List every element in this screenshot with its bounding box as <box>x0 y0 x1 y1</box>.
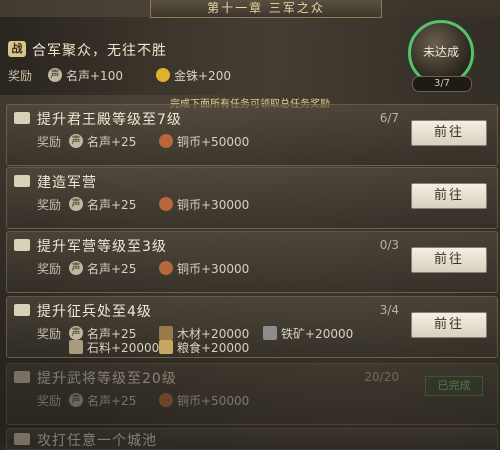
reward-fame: 名声+25 <box>87 135 137 149</box>
copper-coin-icon <box>159 197 173 211</box>
quest-card: 提升军营等级至3级 0/3 奖励 声 名声+25 铜币+30000 前往 <box>6 231 498 293</box>
fame-icon: 声 <box>69 134 83 148</box>
fame-icon: 声 <box>69 261 83 275</box>
fame-icon: 声 <box>69 197 83 211</box>
food-icon <box>159 340 173 354</box>
quest-progress: 6/7 <box>379 111 399 125</box>
reward-fame: 名声+25 <box>87 262 137 276</box>
reward-stone: 石料+20000 <box>87 341 160 355</box>
reward-copper: 铜币+50000 <box>177 135 250 149</box>
fame-icon: 声 <box>69 393 83 407</box>
fame-icon: 声 <box>48 68 62 82</box>
quest-title: 建造军营 <box>37 175 97 191</box>
badge-status: 未达成 <box>422 45 459 59</box>
chapter-quest-title: 合军聚众，无往不胜 <box>32 43 167 59</box>
gold-icon <box>156 68 170 82</box>
copper-coin-icon <box>159 261 173 275</box>
reward-fame: 名声+25 <box>87 394 137 408</box>
wood-icon <box>159 326 173 340</box>
reward-label: 奖励 <box>37 135 62 149</box>
quest-title: 攻打任意一个城池 <box>37 433 157 449</box>
quest-icon <box>14 371 30 383</box>
go-button[interactable]: 前往 <box>411 247 487 273</box>
reward-food: 粮食+20000 <box>177 341 250 355</box>
quest-icon <box>14 175 30 187</box>
quest-progress: 20/20 <box>364 370 399 384</box>
quest-title: 提升军营等级至3级 <box>37 239 167 255</box>
reward-fame: 名声+25 <box>87 198 137 212</box>
iron-ore-icon <box>263 326 277 340</box>
reward-copper: 铜币+30000 <box>177 262 250 276</box>
reward-iron: 铁矿+20000 <box>281 327 354 341</box>
chapter-title: 第十一章 三军之众 <box>150 0 382 18</box>
reward-label: 奖励 <box>37 327 62 341</box>
reward-copper: 铜币+50000 <box>177 394 250 408</box>
reward-label: 奖励 <box>37 198 62 212</box>
quest-title: 提升君王殿等级至7级 <box>37 112 182 128</box>
reward-fame: 名声+100 <box>66 69 123 83</box>
go-button[interactable]: 前往 <box>411 183 487 209</box>
quest-progress: 3/4 <box>379 303 399 317</box>
reward-copper: 铜币+30000 <box>177 198 250 212</box>
quest-icon <box>14 433 30 445</box>
quest-progress: 0/3 <box>379 238 399 252</box>
stone-icon <box>69 340 83 354</box>
copper-coin-icon <box>159 393 173 407</box>
quest-icon <box>14 239 30 251</box>
quest-card-completed: 提升武将等级至20级 20/20 奖励 声 名声+25 铜币+50000 已完成 <box>6 363 498 425</box>
quest-icon <box>14 112 30 124</box>
battle-icon: 战 <box>8 41 26 57</box>
reward-label: 奖励 <box>8 69 33 83</box>
badge-progress: 3/7 <box>412 76 472 92</box>
quest-icon <box>14 304 30 316</box>
quest-title: 提升征兵处至4级 <box>37 304 152 320</box>
reward-label: 奖励 <box>37 262 62 276</box>
quest-card: 建造军营 奖励 声 名声+25 铜币+30000 前往 <box>6 167 498 229</box>
copper-coin-icon <box>159 134 173 148</box>
quest-card: 提升征兵处至4级 3/4 奖励 声 名声+25 木材+20000 铁矿+2000… <box>6 296 498 358</box>
reward-gold: 金铢+200 <box>174 69 231 83</box>
chapter-header: 战 合军聚众，无往不胜 奖励 声 名声+100 金铢+200 完成下面所有任务可… <box>0 17 500 110</box>
completed-label: 已完成 <box>425 376 483 396</box>
fame-icon: 声 <box>69 326 83 340</box>
go-button[interactable]: 前往 <box>411 120 487 146</box>
quest-card: 提升君王殿等级至7级 6/7 奖励 声 名声+25 铜币+50000 前往 <box>6 104 498 166</box>
quest-card-partial: 攻打任意一个城池 <box>6 428 498 450</box>
reward-label: 奖励 <box>37 394 62 408</box>
quest-title: 提升武将等级至20级 <box>37 371 177 387</box>
go-button[interactable]: 前往 <box>411 312 487 338</box>
